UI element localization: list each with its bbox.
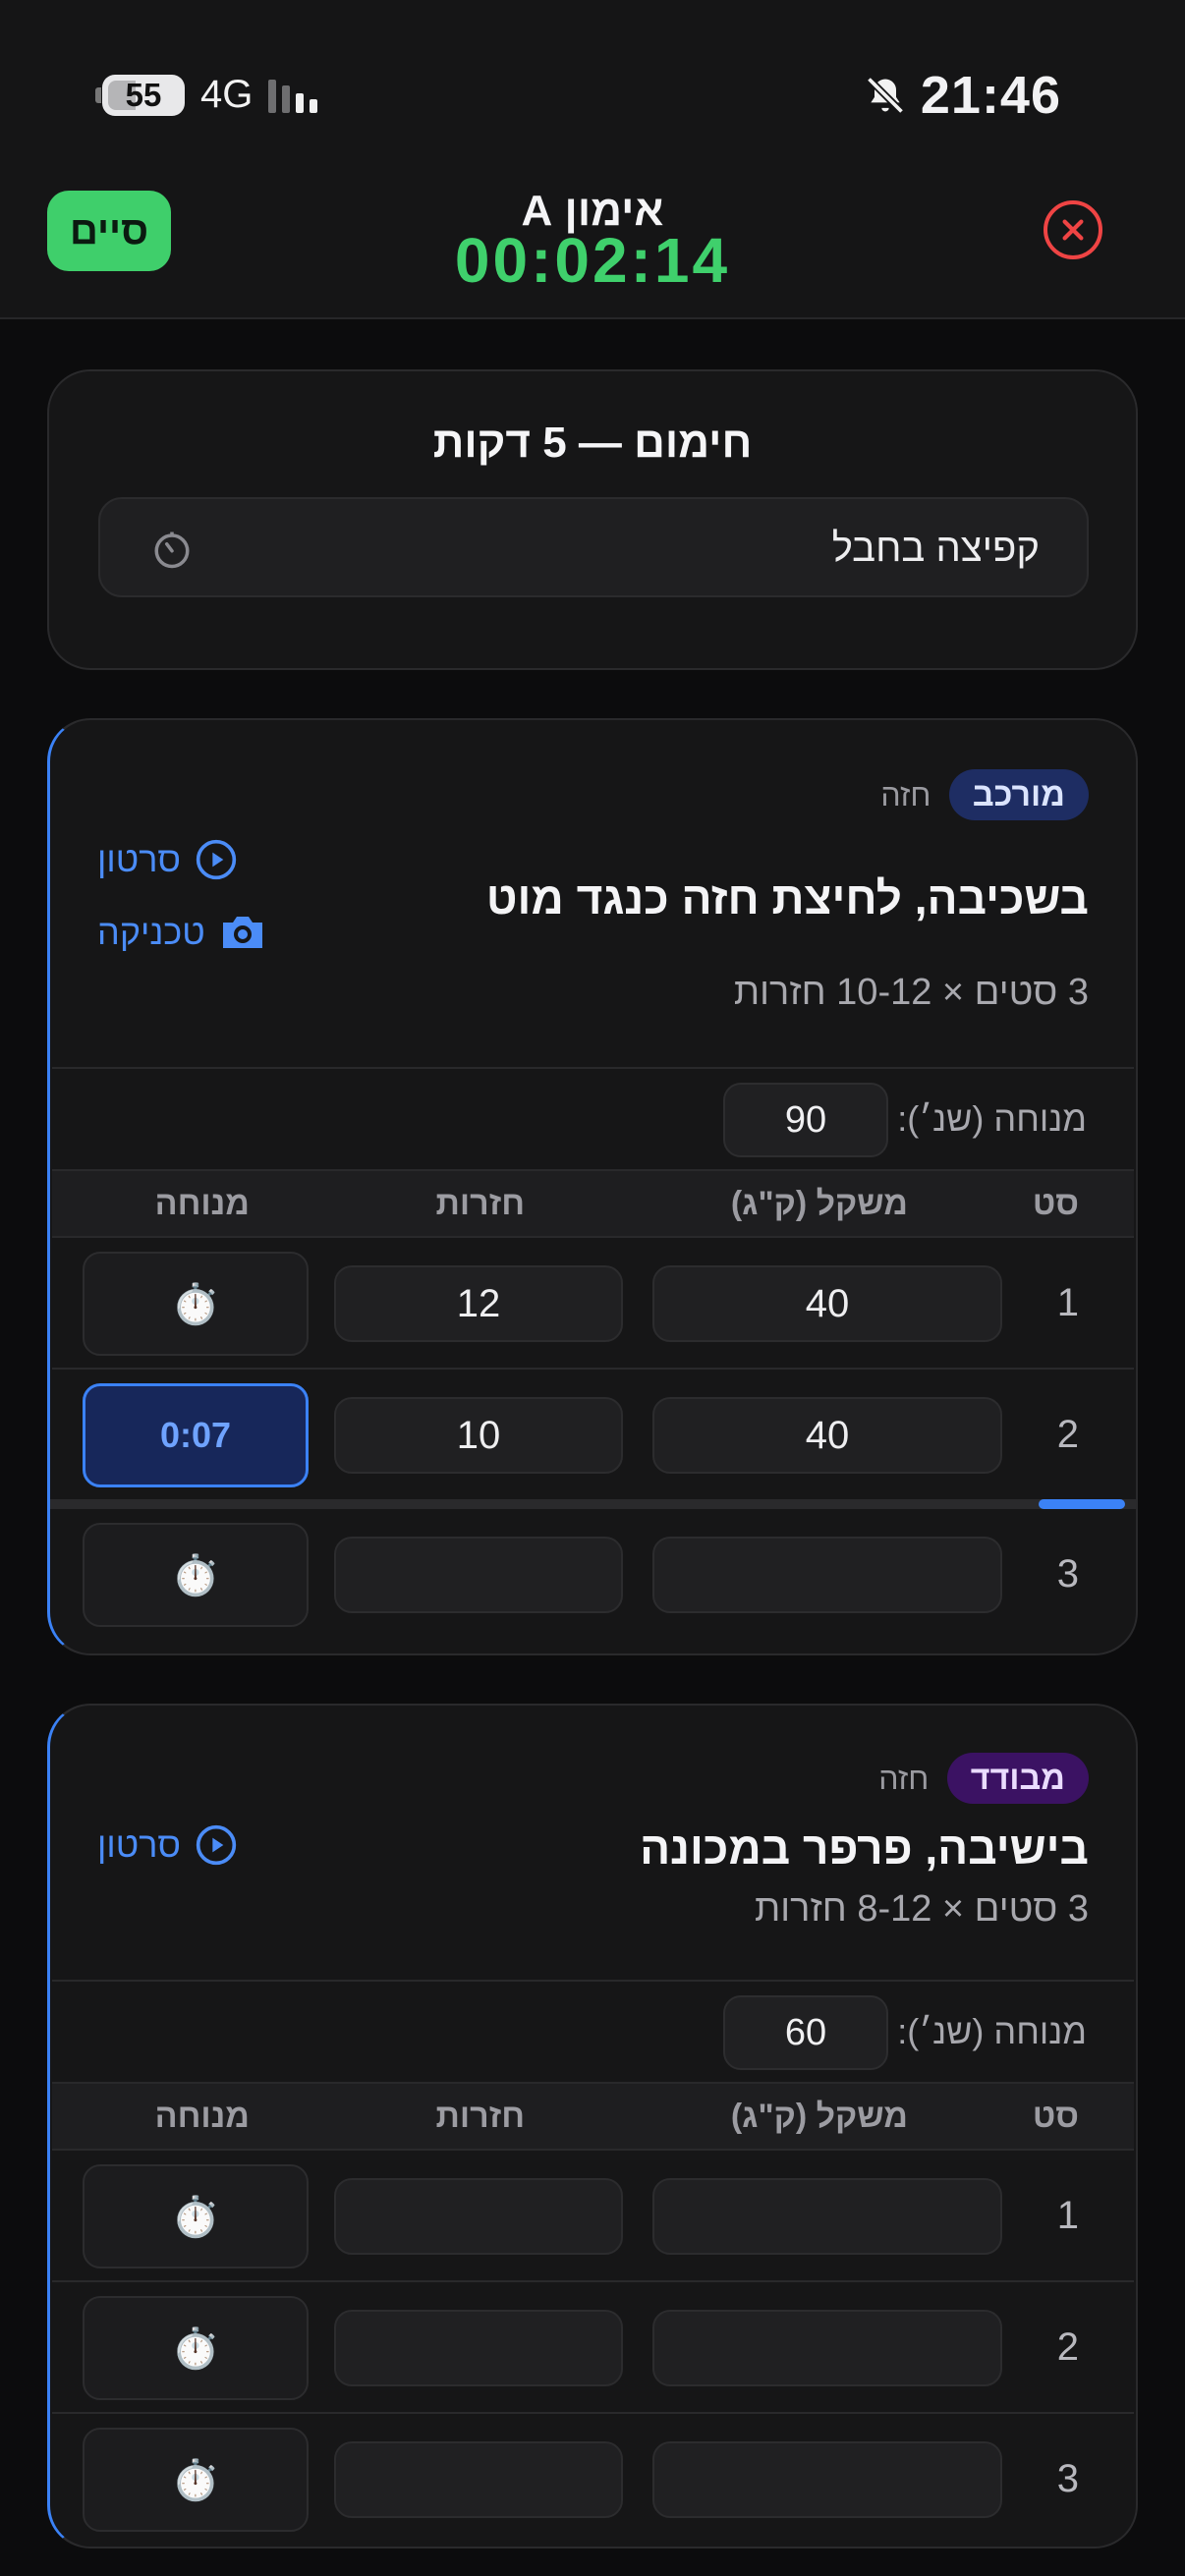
weight-input[interactable]: 40 [652,1265,1002,1342]
col-set: סט [1032,2098,1079,2135]
rest-seconds-input[interactable]: 60 [723,1995,888,2070]
col-set: סט [1032,1185,1079,1222]
type-badge: מבודד [946,1753,1089,1804]
bell-muted-icon [866,76,904,115]
set-row: 2 40 10 0:07 [52,1368,1134,1499]
weight-input[interactable] [652,2310,1002,2386]
reps-input[interactable] [334,2441,623,2518]
set-number: 2 [1056,2325,1079,2369]
network-type: 4G [200,73,254,116]
rest-setting-row: מנוחה (שנ׳): 90 [52,1067,1134,1169]
technique-link-label: טכניקה [97,912,205,952]
rest-progress-track [50,1499,1136,1509]
technique-link[interactable]: טכניקה [97,909,266,956]
weight-input[interactable]: 40 [652,1397,1002,1474]
stopwatch-icon: ⏱️ [171,2458,220,2502]
warmup-item[interactable]: קפיצה בחבל [98,497,1089,597]
set-number: 3 [1056,2457,1079,2500]
rest-progress-fill [1038,1499,1125,1509]
play-circle-icon [196,839,237,880]
stopwatch-icon: ⏱️ [171,1282,220,1326]
video-link-label: סרטון [97,839,182,879]
exercise-name: בשכיבה, לחיצת חזה כנגד מוט [485,872,1089,924]
set-number: 2 [1056,1413,1079,1456]
set-row: 1 ⏱️ [52,2149,1134,2280]
exercise-sets-info: 3 סטים × 8-12 חזרות [755,1888,1089,1930]
exercise-card: מורכב חזה בשכיבה, לחיצת חזה כנגד מוט 3 ס… [47,718,1138,1655]
camera-icon [222,917,262,948]
stopwatch-icon: ⏱️ [171,2195,220,2239]
warmup-card: חימום — 5 דקות קפיצה בחבל [47,369,1138,670]
set-row: 2 ⏱️ [52,2280,1134,2412]
status-left: 55 4G [95,73,318,117]
set-number: 1 [1056,2194,1079,2237]
rest-timer-running[interactable]: 0:07 [83,1383,309,1487]
reps-input[interactable] [334,2310,623,2386]
stopwatch-icon: ⏱️ [171,1553,220,1597]
warmup-item-label: קפיצה בחבל [831,527,1040,570]
status-time: 21:46 [920,66,1061,125]
muscle-label: חזה [878,1761,930,1796]
set-row: 3 ⏱️ [52,1509,1134,1641]
stopwatch-icon: ⏱️ [171,2326,220,2371]
battery-icon: 55 [95,74,185,116]
weight-input[interactable] [652,1537,1002,1613]
exercise-links: סרטון טכניקה [97,836,266,956]
rest-timer-button[interactable]: ⏱️ [83,2428,309,2532]
col-reps: חזרות [435,1185,525,1222]
sets-table-header: סט משקל (ק"ג) חזרות מנוחה [52,2082,1134,2149]
exercise-sets-info: 3 סטים × 10-12 חזרות [733,972,1089,1013]
set-row: 1 40 12 ⏱️ [52,1236,1134,1368]
signal-icon [268,78,318,113]
play-circle-icon [196,1824,237,1866]
type-badge: מורכב [948,769,1089,820]
exercise-tags: מבודד חזה [878,1753,1089,1804]
rest-label: מנוחה (שנ׳): [897,2011,1087,2051]
col-rest: מנוחה [154,1185,250,1222]
reps-input[interactable] [334,2178,623,2255]
rest-timer-button[interactable]: ⏱️ [83,2296,309,2400]
status-right: 21:46 [864,65,1061,126]
sets-table-header: סט משקל (ק"ג) חזרות מנוחה [52,1169,1134,1236]
reps-input[interactable]: 10 [334,1397,623,1474]
exercise-name: בישיבה, פרפר במכונה [640,1822,1089,1874]
set-number: 1 [1056,1281,1079,1324]
set-number: 3 [1056,1552,1079,1596]
close-button[interactable] [1044,200,1102,259]
exercise-card: מבודד חזה בישיבה, פרפר במכונה 3 סטים × 8… [47,1704,1138,2548]
exercise-links: סרטון [97,1821,238,1869]
close-circle-icon [1062,219,1084,241]
reps-input[interactable] [334,1537,623,1613]
muscle-label: חזה [880,777,931,812]
weight-input[interactable] [652,2178,1002,2255]
rest-setting-row: מנוחה (שנ׳): 60 [52,1980,1134,2082]
rest-timer-button[interactable]: ⏱️ [83,1523,309,1627]
reps-input[interactable]: 12 [334,1265,623,1342]
warmup-title: חימום — 5 דקות [432,419,753,467]
timer-icon[interactable] [151,529,193,570]
set-row: 3 ⏱️ [52,2412,1134,2544]
weight-input[interactable] [652,2441,1002,2518]
col-weight: משקל (ק"ג) [730,1185,908,1222]
video-link-label: סרטון [97,1824,182,1865]
rest-timer-button[interactable]: ⏱️ [83,1252,309,1356]
col-rest: מנוחה [154,2098,250,2135]
video-link[interactable]: סרטון [97,1821,238,1869]
rest-label: מנוחה (שנ׳): [897,1098,1087,1139]
exercise-tags: מורכב חזה [880,769,1089,820]
col-reps: חזרות [435,2098,525,2135]
col-weight: משקל (ק"ג) [730,2098,908,2135]
status-bar: 55 4G 21:46 [0,0,1185,187]
video-link[interactable]: סרטון [97,836,266,883]
rest-seconds-input[interactable]: 90 [723,1083,888,1157]
workout-header: סיים אימון A 00:02:14 [0,187,1185,319]
rest-timer-button[interactable]: ⏱️ [83,2164,309,2268]
workout-timer: 00:02:14 [454,225,731,296]
